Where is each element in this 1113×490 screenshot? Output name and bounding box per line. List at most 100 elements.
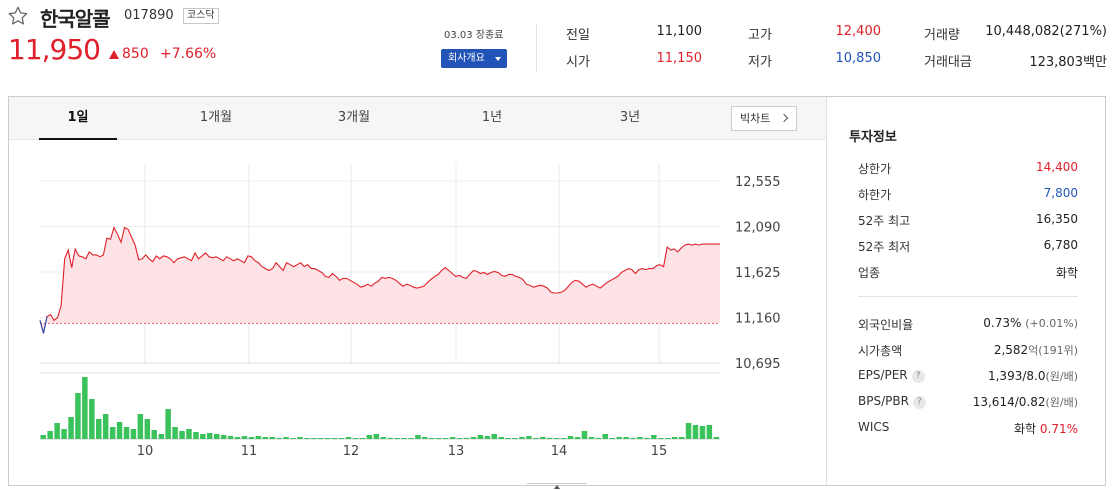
prev-close-value: 11,100 (656, 24, 703, 39)
open-label: 시가 (566, 55, 590, 70)
volume-bar (387, 438, 393, 439)
volume-bar (526, 436, 532, 439)
x-tick-label: 15 (651, 444, 668, 459)
volume-bar (415, 435, 421, 439)
market-badge: 코스닥 (183, 8, 219, 24)
volume-bar (311, 438, 317, 439)
market-cap-label: 시가총액 (858, 344, 903, 358)
volume-bar (491, 434, 497, 439)
volume-bar (102, 414, 109, 439)
volume-label: 거래량 (924, 28, 960, 43)
volume-bar (227, 436, 234, 439)
wics-row: WICS 화학 0.71% (858, 420, 1078, 438)
trade-date: 03.03 장종료 (444, 30, 504, 41)
upper-limit-value: 14,400 (1036, 160, 1078, 174)
company-overview-button[interactable]: 회사개요 (441, 49, 507, 68)
volume-bar (429, 438, 435, 439)
volume-bar (477, 435, 484, 439)
volume-bar (276, 438, 282, 439)
x-tick-label: 14 (551, 444, 568, 459)
tab-1day[interactable]: 1일 (39, 97, 117, 140)
market-cap-row: 시가총액 2,582억(191위) (858, 342, 1078, 360)
volume-bar (644, 438, 650, 439)
volume-bar (373, 434, 380, 439)
wics-value: 화학 0.71% (1014, 420, 1078, 437)
tab-3year[interactable]: 3년 (591, 97, 669, 140)
lower-limit-value: 7,800 (1043, 186, 1078, 200)
volume-bar (609, 438, 615, 439)
caret-up-icon (554, 485, 560, 489)
volume-bar (262, 437, 268, 439)
volume-bar (436, 438, 442, 439)
volume-bar (512, 438, 518, 439)
volume-bar (186, 429, 192, 439)
y-tick-label: 10,695 (735, 357, 781, 372)
volume-bar (325, 438, 331, 439)
volume-bar (241, 436, 248, 439)
foreign-ratio-label: 외국인비율 (858, 318, 914, 332)
volume-bar (651, 435, 657, 439)
help-icon[interactable]: ? (911, 370, 925, 383)
volume-bar (40, 435, 46, 439)
volume-bar (255, 436, 262, 439)
volume-bar (505, 438, 511, 439)
wics-change: 0.71% (1039, 422, 1078, 436)
volume-bar (602, 434, 608, 439)
industry-value[interactable]: 화학 (1056, 264, 1078, 281)
volume-bar (595, 438, 602, 439)
eps-per-number: 1,393/8.0 (987, 369, 1046, 383)
foreign-ratio-change: (+0.01%) (1025, 317, 1078, 330)
y-tick-label: 12,090 (735, 221, 781, 236)
amount-value: 123,803백만 (1029, 55, 1107, 70)
volume-bar (366, 435, 373, 439)
volume-bar (533, 438, 539, 439)
volume-bar (463, 438, 470, 439)
volume-bar (331, 438, 338, 439)
company-overview-label: 회사개요 (448, 53, 485, 64)
volume-bar (422, 437, 428, 439)
volume-bar (560, 438, 567, 439)
bps-pbr-number: 13,614/0.82 (972, 395, 1046, 409)
volume-bar (588, 437, 595, 439)
upper-limit-label: 상한가 (858, 162, 892, 176)
volume-bar (54, 423, 60, 439)
tab-3month[interactable]: 3개월 (315, 97, 393, 140)
y-tick-label: 11,160 (735, 312, 781, 327)
volume-bar (75, 393, 81, 439)
volume-bar (144, 419, 151, 439)
stock-header: 한국알콜 017890 코스닥 11,950 850 +7.66% 03.03 … (0, 0, 1113, 96)
tab-1month[interactable]: 1개월 (177, 97, 255, 140)
volume-bar (158, 434, 164, 439)
bps-pbr-unit: (원/배) (1045, 396, 1078, 409)
volume-bar (283, 437, 289, 439)
x-tick-label: 13 (448, 444, 465, 459)
collapse-handle[interactable] (527, 483, 587, 490)
volume-bar (359, 438, 366, 439)
volume-bar (554, 438, 560, 439)
volume-bar (706, 425, 713, 439)
volume-bar (116, 422, 123, 439)
divider (536, 24, 537, 72)
volume-bar (470, 437, 477, 439)
volume-bar (449, 437, 456, 439)
volume-bar (68, 417, 74, 439)
volume-bar (616, 437, 622, 439)
wics-sector[interactable]: 화학 (1014, 422, 1036, 436)
tab-1year[interactable]: 1년 (453, 97, 531, 140)
volume-bar (630, 438, 636, 439)
volume-bar (540, 437, 546, 439)
volume-bar (658, 438, 664, 439)
volume-bar (109, 427, 116, 439)
foreign-ratio-number: 0.73% (983, 316, 1022, 330)
star-icon[interactable] (7, 5, 29, 27)
divider (826, 97, 827, 485)
market-cap-number: 2,582 (993, 343, 1029, 357)
help-icon[interactable]: ? (912, 396, 926, 409)
volume-bar (318, 438, 324, 439)
wics-label: WICS (858, 420, 890, 434)
big-chart-button[interactable]: 빅차트 (731, 106, 797, 131)
volume-bar (685, 423, 692, 439)
volume-bar (214, 434, 220, 439)
low52-label: 52주 최저 (858, 240, 911, 254)
upper-limit-row: 상한가 14,400 (858, 160, 1078, 178)
